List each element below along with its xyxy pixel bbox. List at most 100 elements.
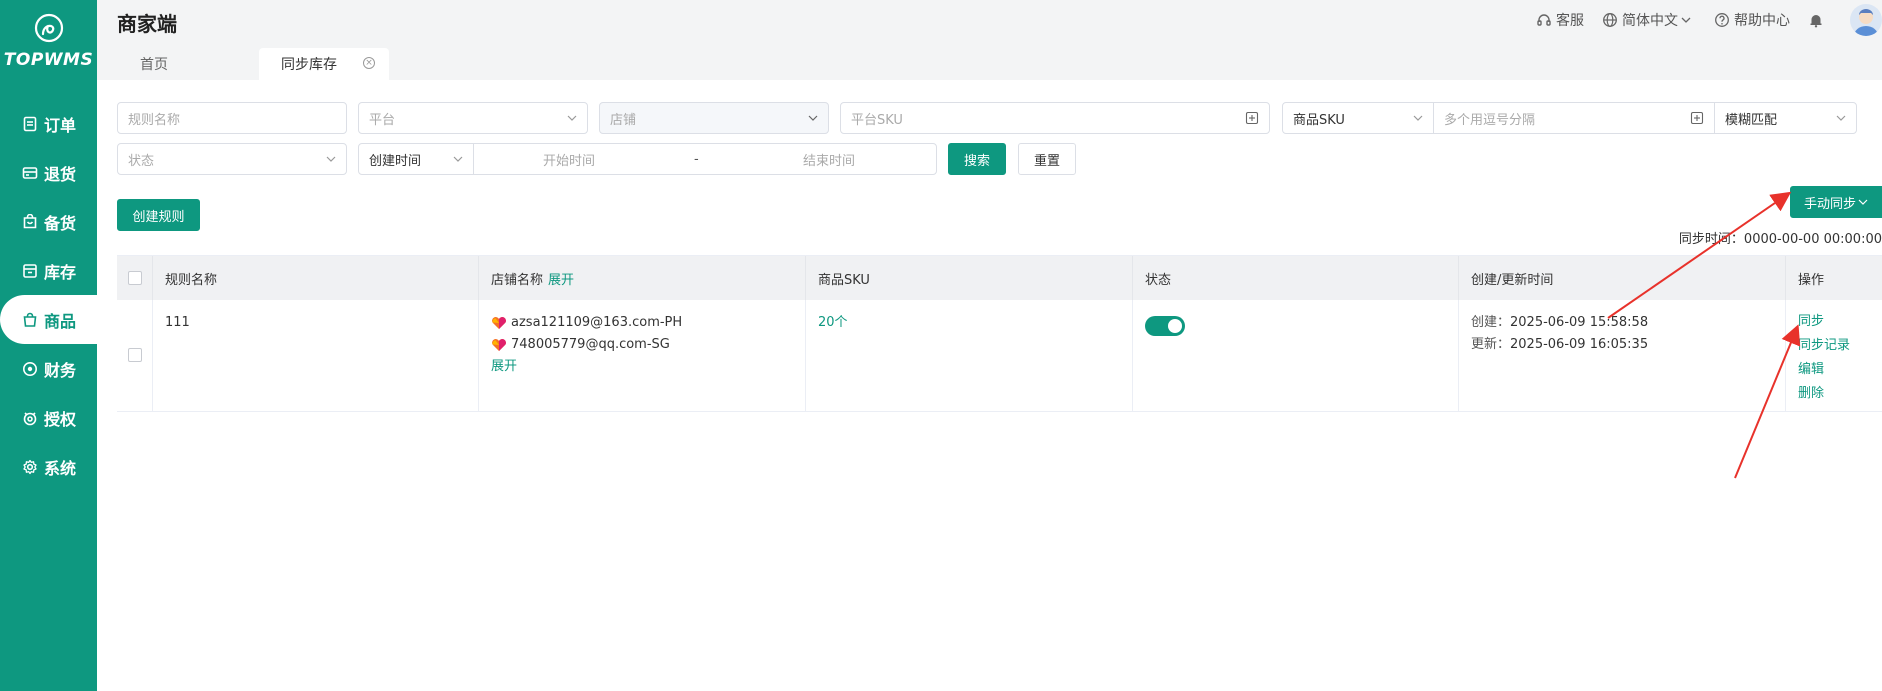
header-ops: 操作 xyxy=(1786,256,1882,300)
edit-link[interactable]: 编辑 xyxy=(1798,358,1870,382)
platform-sku-input[interactable]: 平台SKU xyxy=(840,102,1270,134)
sidebar-item-inventory[interactable]: 库存 xyxy=(0,246,97,295)
tab-bar: 首页 同步库存 × xyxy=(97,40,1882,80)
help-center-link[interactable]: 帮助中心 xyxy=(1714,10,1790,30)
lazada-icon xyxy=(492,339,506,351)
header-label: 规则名称 xyxy=(165,272,218,288)
shop-select[interactable]: 店铺 xyxy=(599,102,829,134)
bell-icon xyxy=(1810,15,1822,28)
header-rule-name: 规则名称 xyxy=(153,256,479,300)
row-checkbox[interactable] xyxy=(128,348,142,362)
search-button[interactable]: 搜索 xyxy=(948,143,1006,175)
support-link[interactable]: 客服 xyxy=(1536,10,1584,30)
shop-entry: 748005779@qq.com-SG xyxy=(491,334,793,356)
sidebar-item-label: 库存 xyxy=(44,262,77,282)
cell-ops: 同步 同步记录 编辑 删除 xyxy=(1786,300,1882,411)
close-icon[interactable]: × xyxy=(363,57,375,69)
sidebar-item-label: 系统 xyxy=(44,458,77,478)
chevron-down-icon xyxy=(326,156,336,162)
sku-multi-input[interactable]: 多个用逗号分隔 xyxy=(1433,102,1715,134)
table-header: 规则名称 店铺名称 展开 商品SKU 状态 创建/更新时间 操作 xyxy=(117,256,1882,300)
rule-name-input[interactable]: 规则名称 xyxy=(117,102,347,134)
range-separator: - xyxy=(694,151,699,167)
sidebar-item-stock-prep[interactable]: 备货 xyxy=(0,197,97,246)
sidebar-item-system[interactable]: 系统 xyxy=(0,442,97,491)
lazada-icon xyxy=(492,317,506,329)
sync-link[interactable]: 同步 xyxy=(1798,310,1870,334)
sidebar-item-returns[interactable]: 退货 xyxy=(0,148,97,197)
batch-input-icon[interactable] xyxy=(1690,111,1704,125)
shop-name: azsa121109@163.com-PH xyxy=(511,315,683,330)
header-select-all[interactable] xyxy=(117,256,153,300)
delete-link[interactable]: 删除 xyxy=(1798,382,1870,406)
finance-icon xyxy=(22,361,38,377)
chevron-down-icon xyxy=(453,156,463,162)
auth-icon xyxy=(22,410,38,426)
chevron-down-icon xyxy=(567,115,577,121)
shop-placeholder: 店铺 xyxy=(610,112,637,128)
table-row: 111 azsa121109@163.com-PH 748005779@qq.c… xyxy=(117,300,1882,412)
sidebar-item-orders[interactable]: 订单 xyxy=(0,99,97,148)
manual-sync-button[interactable]: 手动同步 xyxy=(1790,186,1882,218)
header-status: 状态 xyxy=(1133,256,1459,300)
sync-records-link[interactable]: 同步记录 xyxy=(1798,334,1870,358)
time-type-value: 创建时间 xyxy=(369,153,422,169)
sidebar-item-label: 订单 xyxy=(44,115,77,135)
batch-input-icon[interactable] xyxy=(1245,111,1259,125)
status-placeholder: 状态 xyxy=(128,153,155,169)
inventory-icon xyxy=(22,263,38,279)
time-type-select[interactable]: 创建时间 xyxy=(358,143,474,175)
sidebar-item-label: 备货 xyxy=(44,213,77,233)
product-icon xyxy=(22,312,38,328)
end-date-input[interactable]: 结束时间 xyxy=(734,150,924,169)
tab-home[interactable]: 首页 xyxy=(118,48,257,80)
tab-label: 同步库存 xyxy=(281,57,337,73)
create-rule-button[interactable]: 创建规则 xyxy=(117,199,200,231)
globe-icon xyxy=(1603,13,1617,27)
header-label: 店铺名称 xyxy=(491,272,544,288)
page-title: 商家端 xyxy=(117,12,177,36)
match-mode-select[interactable]: 模糊匹配 xyxy=(1714,102,1857,134)
stock-prep-icon xyxy=(22,213,38,230)
date-range-picker[interactable]: 开始时间 - 结束时间 xyxy=(473,143,937,175)
sku-count-link[interactable]: 20个 xyxy=(818,315,848,330)
chevron-down-icon xyxy=(1836,115,1846,121)
sidebar-item-products[interactable]: 商品 xyxy=(0,295,97,344)
row-select-cell[interactable] xyxy=(117,300,153,411)
user-avatar-icon xyxy=(1854,9,1878,36)
updated-value: 2025-06-09 16:05:35 xyxy=(1510,337,1649,352)
header-label: 商品SKU xyxy=(818,272,870,288)
language-select[interactable]: 简体中文 xyxy=(1602,10,1696,30)
top-header: 商家端 客服 简体中文 帮助中心 xyxy=(97,0,1882,40)
platform-placeholder: 平台 xyxy=(369,112,396,128)
platform-select[interactable]: 平台 xyxy=(358,102,588,134)
sidebar-nav: 订单 退货 备货 库存 商品 财务 授权 系统 xyxy=(0,99,97,491)
sidebar-item-finance[interactable]: 财务 xyxy=(0,344,97,393)
header-expand-link[interactable]: 展开 xyxy=(548,269,574,288)
app-root: TOPWMS 订单 退货 备货 库存 商品 财务 授权 系统 商家端 客服 简体… xyxy=(0,0,1882,691)
create-rule-label: 创建规则 xyxy=(132,209,185,225)
start-date-input[interactable]: 开始时间 xyxy=(474,150,664,169)
search-button-label: 搜索 xyxy=(963,153,990,169)
avatar[interactable] xyxy=(1850,4,1882,36)
language-label: 简体中文 xyxy=(1622,13,1678,29)
header-label: 状态 xyxy=(1145,272,1172,288)
status-select[interactable]: 状态 xyxy=(117,143,347,175)
header-label: 创建/更新时间 xyxy=(1471,272,1554,288)
select-all-checkbox[interactable] xyxy=(128,271,142,285)
shop-expand-link[interactable]: 展开 xyxy=(491,356,793,378)
cell-shops: azsa121109@163.com-PH 748005779@qq.com-S… xyxy=(479,300,806,411)
rule-name-placeholder: 规则名称 xyxy=(128,112,181,128)
tab-sync-inventory[interactable]: 同步库存 × xyxy=(259,48,389,80)
reset-button[interactable]: 重置 xyxy=(1018,143,1076,175)
cell-time: 创建：2025-06-09 15:58:58 更新：2025-06-09 16:… xyxy=(1459,300,1786,411)
notification-button[interactable] xyxy=(1808,12,1828,28)
status-toggle[interactable] xyxy=(1145,316,1185,336)
sidebar-item-auth[interactable]: 授权 xyxy=(0,393,97,442)
created-label: 创建： xyxy=(1471,315,1511,330)
sku-type-select[interactable]: 商品SKU xyxy=(1282,102,1434,134)
header-actions: 客服 简体中文 帮助中心 xyxy=(1536,0,1882,40)
rules-table: 规则名称 店铺名称 展开 商品SKU 状态 创建/更新时间 操作 111 azsa… xyxy=(117,255,1882,412)
platform-sku-placeholder: 平台SKU xyxy=(851,112,903,128)
support-label: 客服 xyxy=(1556,13,1584,29)
